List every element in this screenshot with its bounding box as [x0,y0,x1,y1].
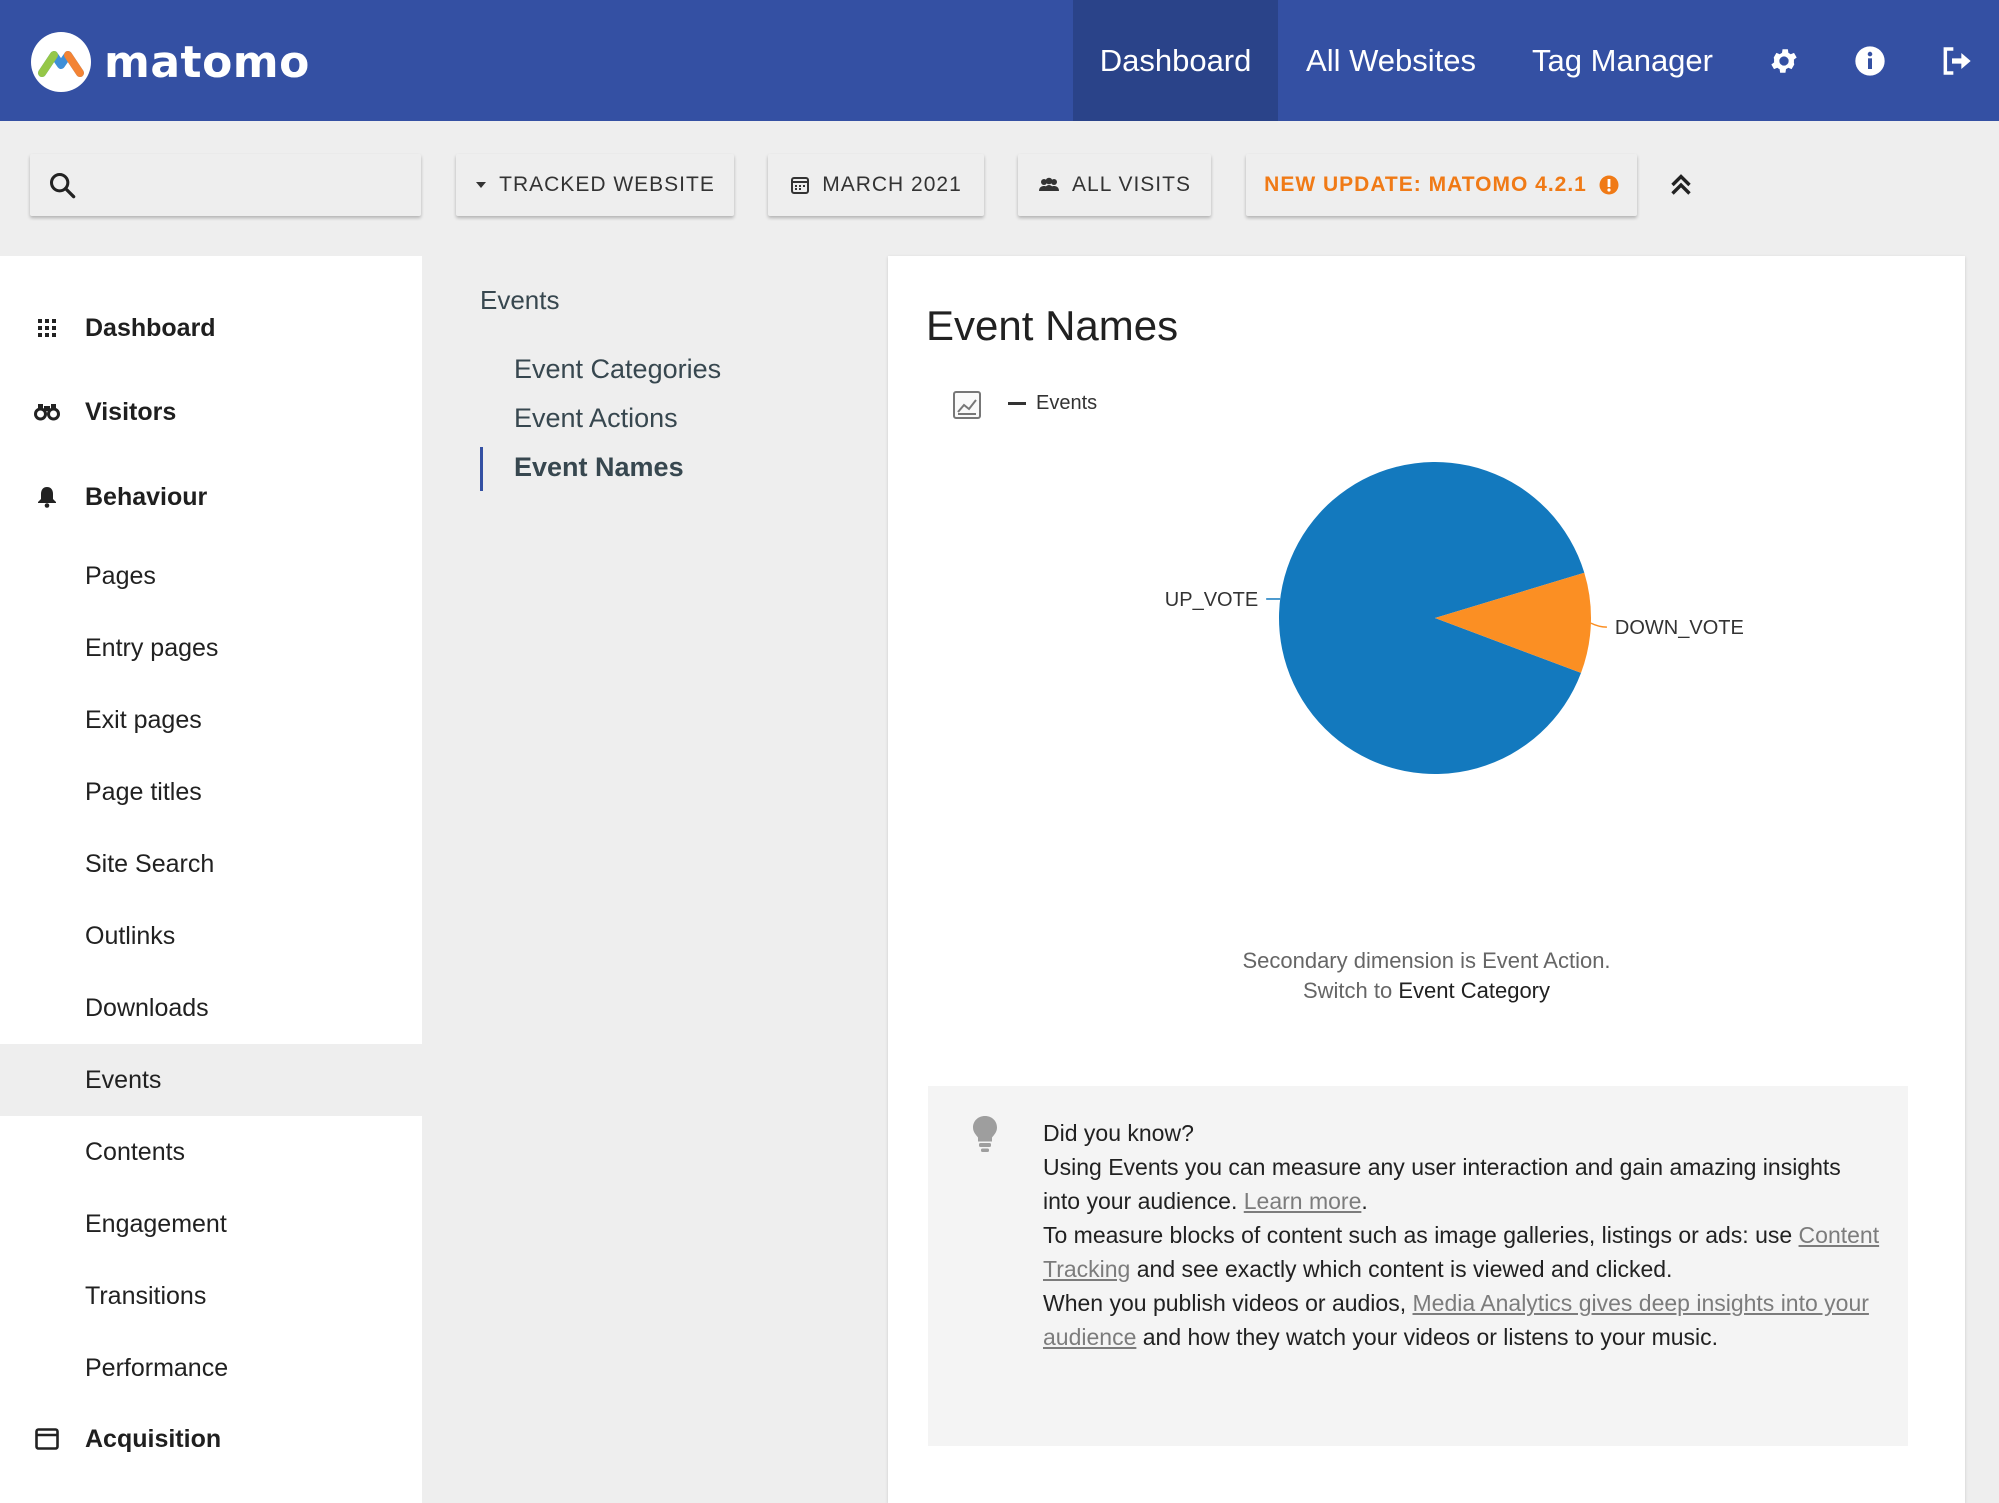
subnav-event-names[interactable]: Event Names [514,452,684,483]
search-input[interactable] [94,164,408,206]
menu-item-label: Downloads [85,993,209,1022]
tip-heading: Did you know? [1043,1120,1194,1146]
main-nav: Dashboard All Websites Tag Manager [1073,0,1999,121]
menu-item-exit-pages[interactable]: Exit pages [0,684,422,756]
update-notice-label: NEW UPDATE: MATOMO 4.2.1 [1264,173,1587,196]
menu-section-visitors[interactable]: Visitors [0,382,422,442]
menu-item-label: Engagement [85,1209,227,1238]
menu-item-contents[interactable]: Contents [0,1116,422,1188]
menu-section-behaviour[interactable]: Behaviour [0,467,422,527]
secondary-dimension-text: Secondary dimension is Event Action. [1242,948,1611,973]
event-names-pie-chart: UP_VOTE DOWN_VOTE [1165,461,1744,774]
menu-item-pages[interactable]: Pages [0,540,422,612]
lightbulb-icon [973,1116,997,1152]
nav-tag-manager[interactable]: Tag Manager [1504,0,1741,121]
pie-label-down-vote: DOWN_VOTE [1615,617,1744,639]
menu-item-label: Events [85,1065,162,1094]
tip-period: . [1361,1188,1368,1214]
did-you-know-box: Did you know? Using Events you can measu… [928,1086,1908,1446]
nav-all-websites[interactable]: All Websites [1278,0,1504,121]
gear-icon[interactable] [1741,0,1827,121]
switch-to-text: Switch to [1302,978,1393,1003]
logout-icon[interactable] [1913,0,1999,121]
period-selector[interactable]: MARCH 2021 [768,154,984,216]
pie-label-up-vote: UP_VOTE [1165,589,1258,611]
tip-paragraph-3: When you publish videos or audios, [1043,1290,1407,1316]
menu-item-engagement[interactable]: Engagement [0,1188,422,1260]
menu-item-page-titles[interactable]: Page titles [0,756,422,828]
menu-section-label: Dashboard [85,313,216,342]
menu-item-events[interactable]: Events [0,1044,422,1116]
segment-label: ALL VISITS [1072,173,1191,196]
pie-label-connector [1590,622,1607,628]
menu-item-label: Performance [85,1353,229,1382]
menu-item-outlinks[interactable]: Outlinks [0,900,422,972]
reporting-menu: Dashboard Visitors Behaviour Pages Entry… [0,256,422,1503]
site-selector[interactable]: TRACKED WEBSITE [456,154,734,216]
menu-item-site-search[interactable]: Site Search [0,828,422,900]
menu-section-dashboard[interactable]: Dashboard [0,298,422,358]
menu-item-performance[interactable]: Performance [0,1332,422,1404]
menu-item-label: Site Search [85,849,215,878]
binoculars-icon [32,397,62,427]
menu-item-label: Contents [85,1137,186,1166]
brand-name: matomo [104,36,310,88]
menu-item-label: Page titles [85,777,202,806]
menu-item-label: Entry pages [85,633,219,662]
subnav-event-categories[interactable]: Event Categories [514,354,721,385]
caret-down-icon [476,182,487,188]
period-label: MARCH 2021 [822,173,962,196]
tip-paragraph-2-end: and see exactly which content is viewed … [1136,1256,1673,1282]
menu-section-label: Acquisition [85,1424,222,1453]
secondary-dimension-note: Secondary dimension is Event Action. Swi… [888,946,1965,1006]
site-selector-label: TRACKED WEBSITE [499,173,715,196]
event-names-widget: Event Names Events UP_VOTE DOWN_VOTE Seco… [888,256,1965,1503]
alert-icon [1599,175,1619,195]
menu-search[interactable] [30,154,421,216]
collapse-toolbar-icon[interactable] [1664,168,1698,202]
users-icon [1039,177,1060,191]
subnav-event-actions[interactable]: Event Actions [514,403,678,434]
menu-item-transitions[interactable]: Transitions [0,1260,422,1332]
top-navigation-bar: matomo Dashboard All Websites Tag Manage… [0,0,1999,121]
menu-section-label: Visitors [85,397,177,426]
tip-paragraph-3-end: and how they watch your videos or listen… [1142,1324,1719,1350]
window-icon [32,1424,62,1454]
update-notice-button[interactable]: NEW UPDATE: MATOMO 4.2.1 [1246,154,1637,216]
tip-paragraph-2: To measure blocks of content such as ima… [1043,1222,1793,1248]
submenu-title: Events [480,285,560,315]
menu-section-acquisition[interactable]: Acquisition [0,1409,422,1469]
menu-item-entry-pages[interactable]: Entry pages [0,612,422,684]
switch-dimension-link[interactable]: Event Category [1398,978,1550,1003]
matomo-logo-icon [31,32,91,92]
info-icon[interactable] [1827,0,1913,121]
grid-icon [32,313,62,343]
search-icon [49,172,76,199]
menu-item-label: Pages [85,561,156,590]
tip-text: Did you know? Using Events you can measu… [1043,1116,1883,1354]
learn-more-link[interactable]: Learn more [1244,1188,1362,1214]
menu-item-downloads[interactable]: Downloads [0,972,422,1044]
nav-dashboard[interactable]: Dashboard [1073,0,1279,121]
calendar-icon [791,177,810,194]
menu-item-label: Outlinks [85,921,176,950]
menu-section-label: Behaviour [85,482,208,511]
matomo-logo[interactable]: matomo [30,30,310,94]
menu-item-label: Exit pages [85,705,202,734]
bell-icon [32,482,62,512]
menu-item-label: Transitions [85,1281,207,1310]
segment-selector[interactable]: ALL VISITS [1018,154,1211,216]
tip-paragraph-1: Using Events you can measure any user in… [1043,1154,1841,1214]
active-indicator [480,447,483,491]
